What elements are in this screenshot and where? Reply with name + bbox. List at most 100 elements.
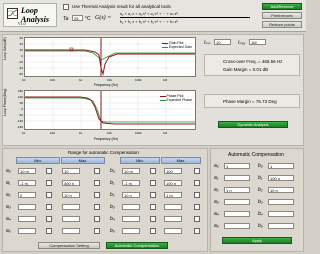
- dynamic-analysis-button[interactable]: Dynamic Analysis: [218, 121, 288, 128]
- min-input[interactable]: -1 m: [18, 180, 36, 186]
- min-input[interactable]: [122, 204, 140, 210]
- apply-button[interactable]: Apply: [222, 237, 292, 244]
- ta-input[interactable]: 25: [72, 15, 83, 21]
- coef-label: a₀: [6, 168, 11, 174]
- max-checkbox[interactable]: [194, 204, 200, 210]
- preferences-button[interactable]: Preferences: [262, 12, 302, 19]
- coef-label: b₁: [110, 180, 115, 186]
- min-input[interactable]: [18, 204, 36, 210]
- phase-ytick: -180: [16, 125, 23, 129]
- max-checkbox[interactable]: [194, 216, 200, 222]
- fmin-input[interactable]: 10: [214, 39, 231, 45]
- min-checkbox[interactable]: [150, 216, 156, 222]
- coef-a-input[interactable]: [224, 223, 250, 229]
- max-input[interactable]: [62, 216, 80, 222]
- min-checkbox[interactable]: [46, 228, 52, 234]
- coef-b-input[interactable]: [268, 211, 294, 217]
- automatic-compensation-button[interactable]: Automatic Compensation: [106, 242, 168, 249]
- coef-a-input[interactable]: 1: [224, 163, 250, 169]
- max-input[interactable]: [164, 204, 182, 210]
- expected-gain-legend-swatch: [162, 46, 169, 48]
- min-input[interactable]: [18, 228, 36, 234]
- min-input[interactable]: 10 n: [122, 192, 140, 198]
- max-checkbox[interactable]: [194, 228, 200, 234]
- max-checkbox[interactable]: [94, 204, 100, 210]
- max-input[interactable]: [62, 204, 80, 210]
- compensation-setting-button[interactable]: Compensation Setting: [38, 242, 100, 249]
- coef-b-input[interactable]: 1: [268, 163, 294, 169]
- top-bar: Loop Analysis V1.0 Use Thermal Analysis r…: [0, 0, 306, 32]
- thermal-checkbox[interactable]: [63, 4, 69, 10]
- max-checkbox[interactable]: [94, 168, 100, 174]
- max-checkbox[interactable]: [94, 228, 100, 234]
- max-input[interactable]: [62, 228, 80, 234]
- min-checkbox[interactable]: [150, 180, 156, 186]
- max-checkbox[interactable]: [194, 168, 200, 174]
- logo-version: V1.0: [18, 21, 26, 26]
- max-input[interactable]: 100: [164, 168, 182, 174]
- min-checkbox[interactable]: [46, 216, 52, 222]
- gain-xlabel: Frequency (Hz): [94, 83, 119, 87]
- min-input[interactable]: 10 m: [18, 168, 36, 174]
- min-checkbox[interactable]: [46, 192, 52, 198]
- gain-xtick: 100k: [135, 78, 142, 82]
- phase-xtick: 10: [22, 131, 26, 135]
- gain-ytick: -20: [18, 60, 23, 64]
- max-input[interactable]: [164, 216, 182, 222]
- min-checkbox[interactable]: [46, 204, 52, 210]
- coef-b-input[interactable]: [268, 199, 294, 205]
- max-checkbox[interactable]: [194, 192, 200, 198]
- coef-a-input[interactable]: [224, 211, 250, 217]
- coef-a-input[interactable]: [224, 175, 250, 181]
- coef-a-input[interactable]: 1 n: [224, 187, 250, 193]
- min-input[interactable]: 0: [18, 192, 36, 198]
- max-checkbox[interactable]: [194, 180, 200, 186]
- min-checkbox[interactable]: [46, 168, 52, 174]
- gain-plot-area[interactable]: Gain Plot Expected Gain: [24, 37, 196, 77]
- phase-xtick: 100k: [135, 131, 142, 135]
- coef-b-input[interactable]: 10 n: [268, 187, 294, 193]
- coef-a-input[interactable]: [224, 199, 250, 205]
- max-input[interactable]: [164, 228, 182, 234]
- gain-legend-swatch: [162, 42, 169, 44]
- min-checkbox[interactable]: [150, 228, 156, 234]
- min-checkbox[interactable]: [46, 180, 52, 186]
- phase-xticks: 10 100 1k 10k 100k 1M: [22, 131, 196, 136]
- expected-gain-legend-entry: Expected Gain: [169, 45, 192, 49]
- max-checkbox[interactable]: [94, 180, 100, 186]
- min-input[interactable]: -1 m: [122, 180, 140, 186]
- coef-b-label: b₂: [258, 187, 263, 193]
- min-checkbox[interactable]: [150, 204, 156, 210]
- min-input[interactable]: [122, 228, 140, 234]
- auto-row: a₅ b₅: [212, 221, 302, 232]
- min-checkbox[interactable]: [150, 168, 156, 174]
- min-input[interactable]: [18, 216, 36, 222]
- range-row: b₀ 10 m 100: [108, 166, 206, 177]
- coef-b-input[interactable]: 100 n: [268, 175, 294, 181]
- min-input[interactable]: 10 m: [122, 168, 140, 174]
- coef-label: a₃: [6, 204, 11, 210]
- gain-margin: Gain Margin = 0.01 dB: [223, 67, 269, 72]
- coef-label: b₃: [110, 204, 115, 210]
- max-input[interactable]: 10 n: [62, 192, 80, 198]
- phase-legend-swatch: [159, 95, 166, 97]
- coef-b-input[interactable]: [268, 223, 294, 229]
- max-checkbox[interactable]: [94, 216, 100, 222]
- gain-xtick: 10k: [107, 78, 112, 82]
- right-range-rows: b₀ 10 m 100 b₁ -1 m 100 n b₂ 10 n 1 m b₃…: [108, 166, 206, 240]
- add-remove-button[interactable]: Add/Remove: [262, 3, 302, 10]
- min-input[interactable]: [122, 216, 140, 222]
- fmax-input[interactable]: 1M: [249, 39, 266, 45]
- max-input[interactable]: 300 n: [62, 180, 80, 186]
- restore-points-button[interactable]: Restore points: [262, 21, 302, 28]
- phase-ytick: -120: [16, 119, 23, 123]
- auto-row: a₁ b₁ 100 n: [212, 173, 302, 184]
- min-checkbox[interactable]: [150, 192, 156, 198]
- phase-xlabel: Frequency (Hz): [94, 137, 119, 141]
- phase-ytick: -60: [18, 113, 23, 117]
- max-input[interactable]: 10: [62, 168, 80, 174]
- max-input[interactable]: 100 n: [164, 180, 182, 186]
- phase-plot-area[interactable]: Phase Plot Expected Phase: [24, 90, 196, 130]
- max-checkbox[interactable]: [94, 192, 100, 198]
- max-input[interactable]: 1 m: [164, 192, 182, 198]
